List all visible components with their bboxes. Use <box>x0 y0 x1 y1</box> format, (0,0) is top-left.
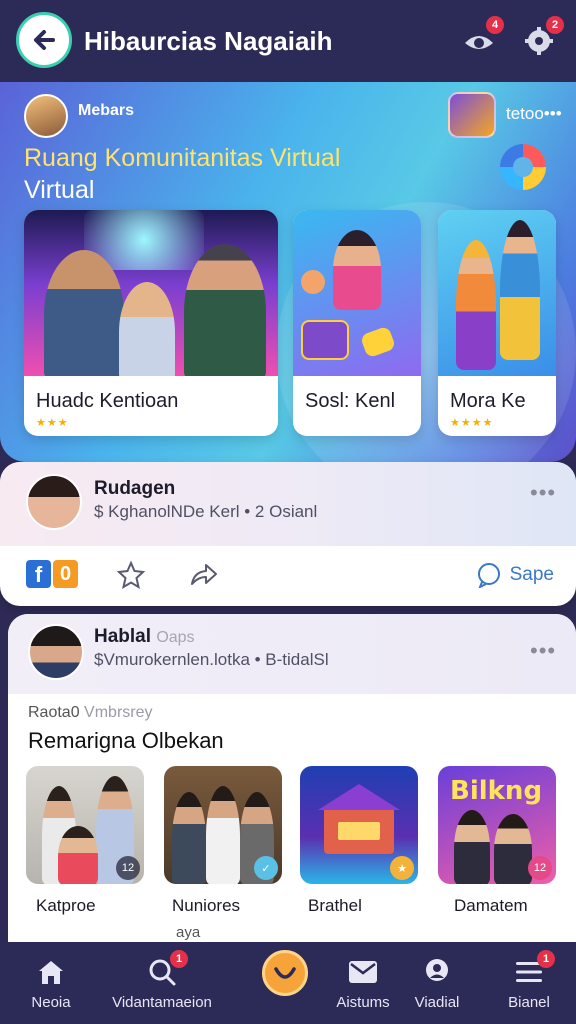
tile-label: Damatem <box>454 896 528 915</box>
card-image-games <box>293 210 421 376</box>
star-button[interactable] <box>116 560 146 590</box>
card-image-family <box>24 210 278 376</box>
card-rating: ★★★ <box>36 417 69 429</box>
center-icon <box>274 967 296 979</box>
post-author-name: Hablal <box>94 626 152 647</box>
home-icon <box>39 961 63 984</box>
hero-card-games[interactable]: Sosl: Kenl <box>293 210 421 436</box>
nav-badge: 1 <box>170 950 188 968</box>
peek-text: aya <box>176 924 201 941</box>
post-actions: f 0 Sape <box>0 546 576 606</box>
star-icon <box>116 560 146 590</box>
post-meta: $ KghanolNDe Kerl • 2 Osianl <box>94 502 318 521</box>
gallery-tile[interactable]: ✓ <box>164 766 282 884</box>
hero-user-name[interactable]: Mebars <box>78 102 134 120</box>
post-card: Hablal Oaps $Vmurokernlen.lotka • B-tida… <box>8 614 576 954</box>
card-label: Mora Ke <box>450 390 526 412</box>
facebook-share-button[interactable]: f 0 <box>26 560 78 588</box>
post-header: Hablal Oaps $Vmurokernlen.lotka • B-tida… <box>8 614 576 694</box>
hero-banner: Mebars tetoo••• Ruang Komunitanitas Virt… <box>0 82 576 462</box>
hero-card-family[interactable]: Huadc Kentioan ★★★ <box>24 210 278 436</box>
section-caption-main: Raota0 <box>28 704 80 721</box>
center-action-button[interactable] <box>262 950 308 996</box>
tile-badge: ★ <box>390 856 414 880</box>
share-label: Sape <box>509 564 554 585</box>
card-image-dance <box>438 210 556 376</box>
hero-title-line1: Ruang Komunitanitas Virtual <box>24 144 341 172</box>
nav-messages[interactable]: Aistums <box>330 942 396 1024</box>
card-rating: ★★★★ <box>450 417 494 429</box>
app-title: Hibaurcias Nagaiaih <box>84 26 333 56</box>
top-bar: Hibaurcias Nagaiaih 4 2 <box>0 0 576 82</box>
section-caption: Raota0 Vmbrsrey <box>28 704 153 722</box>
back-button[interactable] <box>16 12 72 68</box>
nav-profile[interactable]: Viadial <box>408 942 466 1024</box>
tile-badge: 12 <box>528 856 552 880</box>
post-meta: $Vmurokernlen.lotka • B-tidalSl <box>94 650 329 669</box>
facebook-icon: f <box>26 560 51 588</box>
gallery-tile[interactable]: 12 <box>26 766 144 884</box>
nav-menu[interactable]: 1 Bianel <box>502 942 556 1024</box>
tile-badge: ✓ <box>254 856 278 880</box>
section-caption-faint: Vmbrsrey <box>84 704 153 721</box>
post-author-tag: Oaps <box>156 629 195 646</box>
tile-label: Brathel <box>308 896 362 915</box>
avatar[interactable] <box>26 474 82 530</box>
tile-label: Nuniores <box>172 896 241 915</box>
back-arrow-icon <box>34 30 55 50</box>
mail-icon <box>349 961 377 983</box>
more-options-button[interactable]: ••• <box>530 480 556 506</box>
nav-search[interactable]: 1 Vidantamaeion <box>104 942 220 1024</box>
instagram-icon: 0 <box>53 560 78 588</box>
game-app-icon[interactable] <box>448 92 496 138</box>
card-label: Sosl: Kenl <box>305 390 396 412</box>
hero-avatar[interactable] <box>24 94 68 138</box>
post-author[interactable]: Rudagen <box>94 478 175 500</box>
nav-home[interactable]: Neoia <box>20 942 82 1024</box>
post-card: Rudagen $ KghanolNDe Kerl • 2 Osianl •••… <box>0 462 576 606</box>
hero-title-line2: Virtual <box>24 176 95 204</box>
gallery-tile[interactable]: Bilkng 12 <box>438 766 556 884</box>
post-author[interactable]: Hablal Oaps <box>94 626 195 648</box>
nav-label: Neoia <box>31 994 71 1011</box>
forward-button[interactable] <box>188 560 218 590</box>
bottom-navigation: Neoia 1 Vidantamaeion Aistums Viadial 1 … <box>0 942 576 1024</box>
chat-icon <box>477 563 500 588</box>
nav-label: Vidantamaeion <box>112 994 212 1011</box>
nav-label: Aistums <box>336 994 390 1011</box>
nav-badge: 1 <box>537 950 555 968</box>
tile-label: Katproe <box>36 896 96 915</box>
hero-more-link[interactable]: tetoo••• <box>506 104 562 124</box>
notifications-badge: 4 <box>486 16 504 34</box>
post-header: Rudagen $ KghanolNDe Kerl • 2 Osianl ••• <box>0 462 576 546</box>
tile-badge: 12 <box>116 856 140 880</box>
settings-badge: 2 <box>546 16 564 34</box>
share-icon <box>191 564 217 585</box>
profile-icon <box>426 959 448 981</box>
notifications-button[interactable]: 4 <box>462 16 504 58</box>
section-title: Remarigna Olbekan <box>28 728 224 753</box>
swirl-logo-icon <box>500 144 546 190</box>
nav-label: Viadial <box>414 994 460 1011</box>
tile-banner: Bilkng <box>450 776 543 806</box>
more-options-button[interactable]: ••• <box>530 638 556 664</box>
card-label: Huadc Kentioan <box>36 390 179 412</box>
settings-button[interactable]: 2 <box>522 16 564 58</box>
nav-label: Bianel <box>508 994 550 1011</box>
avatar[interactable] <box>28 624 84 680</box>
gallery-tile[interactable]: ★ <box>300 766 418 884</box>
hero-title: Ruang Komunitanitas Virtual Virtual <box>24 142 414 206</box>
share-button[interactable]: Sape <box>476 560 554 590</box>
hero-card-dance[interactable]: Mora Ke ★★★★ <box>438 210 556 436</box>
